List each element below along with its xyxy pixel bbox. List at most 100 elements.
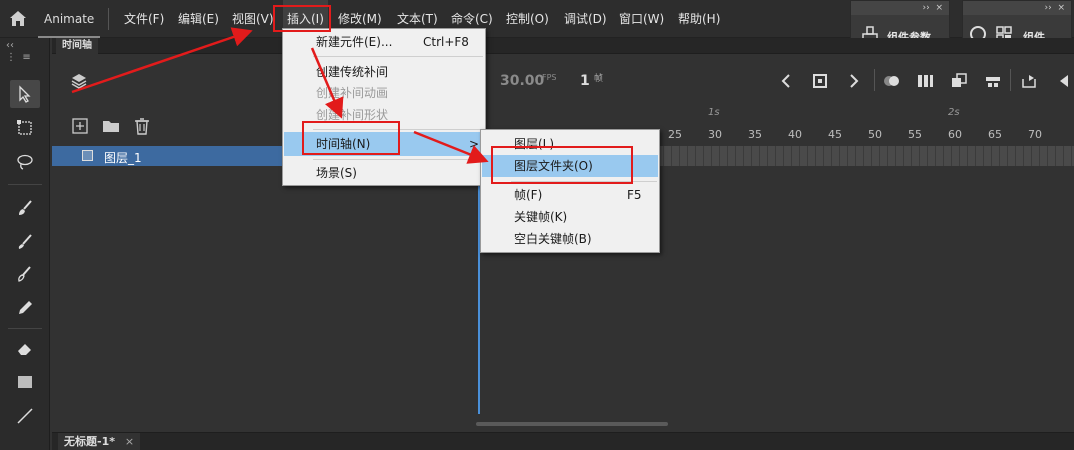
folder-icon[interactable] [102,118,120,134]
menu-new-symbol[interactable]: 新建元件(E)... [316,31,392,53]
shortcut-label: Ctrl+F8 [423,35,469,49]
toolbar-divider [8,184,42,185]
stop-icon[interactable] [812,73,828,89]
layer-list-area [52,166,478,416]
pencil-tool[interactable] [10,294,40,322]
menu-separator [313,159,483,160]
controls-divider [1010,69,1011,91]
frame-tick: 45 [828,128,842,141]
loop-icon[interactable] [950,73,968,89]
menu-separator [313,56,483,57]
toolbar-grip-icon[interactable]: ⋮ ≡ [6,52,31,63]
next-frame-icon[interactable] [848,73,860,89]
fps-value[interactable]: 30.00 [500,73,544,89]
menu-bar: Animate 文件(F) 编辑(E) 视图(V) 插入(I) 修改(M) 文本… [0,0,1074,50]
document-tab[interactable]: 无标题-1* × [58,433,141,450]
lasso-icon [17,154,33,170]
close-icon[interactable]: × [935,3,943,13]
menu-keyframe[interactable]: 关键帧(K) [514,206,567,228]
close-document-icon[interactable]: × [125,435,134,448]
menu-create-motion-tween: 创建补间动画 [316,86,389,100]
home-icon[interactable] [8,9,28,29]
toolbar-divider [8,328,42,329]
timeline-panel-header: 时间轴 [52,38,1074,54]
menu-window[interactable]: 窗口(W) [619,0,664,38]
onion-skin-icon[interactable] [882,73,902,89]
trash-icon[interactable] [134,117,150,135]
insert-menu-dropdown: 新建元件(E)... Ctrl+F8 创建传统补间 创建补间动画 创建补间形状 … [282,28,486,186]
second-label: 1s [708,107,720,118]
shortcut-label: F5 [627,188,642,202]
center-frame-icon[interactable] [984,73,1002,89]
current-frame[interactable]: 1 [580,73,590,89]
menu-edit[interactable]: 编辑(E) [178,0,219,38]
menu-separator [511,181,657,182]
frame-tick: 55 [908,128,922,141]
menu-scene[interactable]: 场景(S) [316,162,357,184]
document-tab-bar: 无标题-1* × [52,432,1074,450]
rectangle-icon [18,376,32,388]
menu-layer-folder[interactable]: 图层文件夹(O) [514,155,593,177]
line-tool[interactable] [10,402,40,430]
menu-control[interactable]: 控制(O) [506,0,549,38]
layer-name[interactable]: 图层_1 [104,149,142,166]
lasso-tool[interactable] [10,148,40,176]
fluid-brush-tool[interactable] [10,260,40,288]
eraser-icon [18,344,31,355]
menu-file[interactable]: 文件(F) [124,0,164,38]
timeline-controls: 30.00 FPS 1 帧 [52,55,1074,105]
brush-icon [18,234,32,249]
frame-tick: 60 [948,128,962,141]
menu-help[interactable]: 帮助(H) [678,0,720,38]
fluid-brush-icon [18,266,31,282]
pencil-icon [19,301,32,314]
free-transform-tool[interactable] [10,114,40,142]
menu-debug[interactable]: 调试(D) [564,0,607,38]
tab-timeline[interactable]: 时间轴 [56,38,98,54]
app-name-tab[interactable]: Animate [38,0,101,38]
frame-unit: 帧 [594,74,604,84]
collapse-toolbar-icon[interactable]: ‹‹ [6,40,14,51]
frame-tick: 65 [988,128,1002,141]
menu-create-classic-tween[interactable]: 创建传统补间 [316,61,388,83]
collapse-icon[interactable]: ›› [1045,3,1052,13]
menu-timeline[interactable]: 时间轴(N) [316,133,370,155]
selection-tool[interactable] [10,80,40,108]
controls-divider [874,69,875,91]
menu-layer[interactable]: 图层(L) [514,133,554,155]
frame-tick: 70 [1028,128,1042,141]
timeline-submenu: 图层(L) 图层文件夹(O) 帧(F) F5 关键帧(K) 空白关键帧(B) [480,129,660,253]
prev-frame-icon[interactable] [780,73,792,89]
submenu-arrow-icon: > [469,137,480,151]
frame-tick: 25 [668,128,682,141]
document-title: 无标题-1* [64,435,115,448]
layer-row[interactable]: 图层_1 [52,146,282,166]
frame-tick: 40 [788,128,802,141]
menu-blank-keyframe[interactable]: 空白关键帧(B) [514,228,592,250]
menu-separator [313,129,483,130]
menu-frame[interactable]: 帧(F) [514,184,542,206]
frame-tick: 50 [868,128,882,141]
collapse-icon[interactable]: ›› [923,3,930,13]
close-icon[interactable]: × [1057,3,1065,13]
arrow-tool-icon [19,85,31,103]
paint-brush-tool[interactable] [10,194,40,222]
play-back-icon[interactable] [1056,73,1072,89]
second-label: 2s [948,107,960,118]
brush-tool[interactable] [10,228,40,256]
frame-tick: 35 [748,128,762,141]
menu-view[interactable]: 视图(V) [232,0,274,38]
menu-create-shape-tween: 创建补间形状 [316,108,389,122]
line-icon [17,408,33,424]
eraser-tool[interactable] [10,334,40,362]
edit-multiple-frames-icon[interactable] [916,73,934,89]
rectangle-tool[interactable] [10,368,40,396]
paint-brush-icon [19,200,32,215]
export-icon[interactable] [1020,73,1038,89]
layers-icon[interactable] [70,72,88,90]
tools-panel: ‹‹ ⋮ ≡ [0,38,50,450]
add-layer-icon[interactable] [72,118,88,134]
free-transform-icon [17,120,32,135]
horizontal-scrollbar[interactable] [476,422,668,426]
panel-topbar: ›› × [851,1,949,15]
